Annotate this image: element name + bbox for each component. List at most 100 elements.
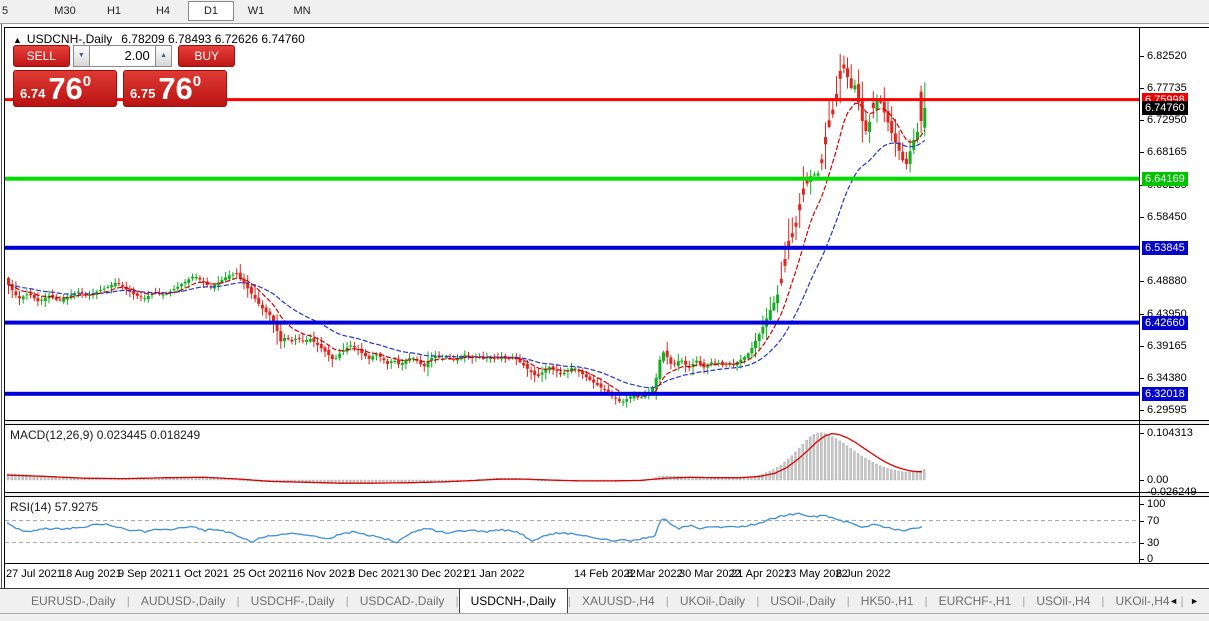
volume-increase-button[interactable]: ▲	[154, 45, 173, 67]
level-line-6.64169[interactable]	[5, 176, 1139, 181]
volume-input[interactable]: 2.00	[90, 45, 155, 67]
one-click-trading-panel: SELL ▼ 2.00 ▲ BUY 6.74 76 0 6.75 76 0	[13, 45, 235, 107]
sell-button[interactable]: SELL	[13, 45, 70, 67]
date-label: 6 Jun 2022	[836, 568, 891, 580]
sell-price-button[interactable]: 6.74 76 0	[13, 70, 117, 107]
level-line-6.53845[interactable]	[5, 245, 1139, 250]
chart-canvas[interactable]	[5, 28, 1139, 588]
tab-eurusd-daily[interactable]: EURUSD-,Daily	[20, 589, 127, 613]
timeframe-button-mn[interactable]: MN	[279, 2, 325, 20]
tab-usdcad-daily[interactable]: USDCAD-,Daily	[349, 589, 456, 613]
current-price-label: 6.74760	[1142, 101, 1188, 115]
date-label: 27 Jul 2021	[6, 568, 63, 580]
timeframe-button-m30[interactable]: M30	[42, 2, 88, 20]
buy-price-small: 6.75	[130, 86, 156, 101]
axis-tick	[1139, 480, 1144, 481]
date-label: 8 Dec 2021	[349, 568, 406, 580]
date-label: 9 Sep 2021	[118, 568, 175, 580]
macd-axis-label: 0.104313	[1147, 427, 1193, 439]
tab-usoil-daily[interactable]: USOil-,Daily	[759, 589, 846, 613]
chart-area: 6.825206.777356.729506.681656.632356.584…	[4, 27, 1209, 588]
axis-tick	[1139, 217, 1144, 218]
date-label: 21 Apr 2022	[731, 568, 791, 580]
axis-tick	[1139, 521, 1144, 522]
level-line-6.4266[interactable]	[5, 320, 1139, 325]
level-price-label: 6.53845	[1142, 241, 1188, 255]
price-tick-label: 6.68165	[1147, 146, 1187, 158]
buy-price-sup: 0	[192, 73, 202, 90]
date-label: 16 Nov 2021	[291, 568, 354, 580]
axis-tick	[1139, 433, 1144, 434]
sell-price-big: 76	[48, 71, 83, 106]
tab-audusd-daily[interactable]: AUDUSD-,Daily	[130, 589, 237, 613]
price-tick-label: 6.72950	[1147, 114, 1187, 126]
collapse-arrow-icon[interactable]: ▲	[13, 35, 22, 45]
axis-tick	[1139, 346, 1144, 347]
buy-price-button[interactable]: 6.75 76 0	[123, 70, 227, 107]
tab-ukoil-daily[interactable]: UKOil-,Daily	[669, 589, 756, 613]
chart-window: 6.825206.777356.729506.681656.632356.584…	[0, 24, 1209, 588]
date-label: 18 Aug 2021	[60, 568, 122, 580]
axis-tick	[1139, 543, 1144, 544]
tab-xauusd-h4[interactable]: XAUUSD-,H4	[571, 589, 666, 613]
axis-tick	[1139, 559, 1144, 560]
timeframe-button-h1[interactable]: H1	[92, 2, 136, 20]
tab-eurchf-h1[interactable]: EURCHF-,H1	[928, 589, 1023, 613]
chart-symbol-period: USDCNH-,Daily	[26, 32, 113, 46]
rsi-line	[6, 512, 923, 544]
price-tick-label: 6.58450	[1147, 211, 1187, 223]
timeframe-button-h4[interactable]: H4	[141, 2, 185, 20]
tab-usdchf-daily[interactable]: USDCHF-,Daily	[240, 589, 346, 613]
macd-name: MACD(12,26,9)	[10, 428, 94, 442]
buy-price-big: 76	[158, 71, 193, 106]
price-tick-label: 6.34380	[1147, 372, 1187, 384]
timeframe-toolbar: 5 M30 H1 H4 D1 W1 MN	[0, 0, 1209, 24]
tab-scroll-left-icon[interactable]: ◄	[1169, 596, 1178, 606]
chart-bottom-border	[5, 563, 1209, 564]
sell-price-small: 6.74	[20, 86, 46, 101]
date-label: 21 Jan 2022	[464, 568, 525, 580]
rsi-name: RSI(14)	[10, 500, 52, 514]
axis-tick	[1139, 56, 1144, 57]
sell-price-sup: 0	[82, 73, 92, 90]
axis-tick	[1139, 314, 1144, 315]
date-label: 1 Oct 2021	[175, 568, 229, 580]
date-label: 30 Dec 2021	[406, 568, 469, 580]
date-label: 8 Mar 2022	[627, 568, 683, 580]
rsi-value: 57.9275	[54, 500, 99, 514]
level-price-label: 6.32018	[1142, 387, 1188, 401]
timeframe-button-w1[interactable]: W1	[234, 2, 278, 20]
tab-usoil-h4[interactable]: USOil-,H4	[1025, 589, 1101, 613]
volume-decrease-button[interactable]: ▼	[72, 45, 91, 67]
tab-scroll-right-icon[interactable]: ►	[1190, 596, 1199, 606]
price-tick-label: 6.82520	[1147, 50, 1187, 62]
tab-usdcnh-daily[interactable]: USDCNH-,Daily	[458, 588, 568, 613]
chart-title: ▲ USDCNH-,Daily 6.78209 6.78493 6.72626 6.…	[13, 32, 305, 46]
axis-tick	[1139, 504, 1144, 505]
axis-tick	[1139, 281, 1144, 282]
tab-hk50-h1[interactable]: HK50-,H1	[850, 589, 925, 613]
pane-splitter-rsi[interactable]	[5, 492, 1209, 497]
level-price-label: 6.64169	[1142, 172, 1188, 186]
timeframe-button-5[interactable]: 5	[0, 2, 16, 20]
axis-tick	[1139, 88, 1144, 89]
level-line-6.32018[interactable]	[5, 391, 1139, 396]
macd-values: 0.023445 0.018249	[96, 428, 201, 442]
price-tick-label: 6.48880	[1147, 275, 1187, 287]
axis-tick	[1139, 410, 1144, 411]
rsi-indicator-label: RSI(14) 57.9275	[10, 500, 98, 514]
window-left-border	[1, 24, 2, 588]
axis-tick	[1139, 120, 1144, 121]
pane-splitter-macd[interactable]	[5, 420, 1209, 425]
timeframe-button-d1[interactable]: D1	[188, 1, 234, 21]
axis-tick	[1139, 152, 1144, 153]
symbol-tab-bar: EURUSD-,Daily | AUDUSD-,Daily | USDCHF-,Dail…	[0, 588, 1209, 613]
rsi-axis-label: 30	[1147, 537, 1160, 549]
chart-ohlc-values: 6.78209 6.78493 6.72626 6.74760	[121, 32, 305, 46]
axis-tick	[1139, 378, 1144, 379]
rsi-axis-label: 100	[1147, 498, 1166, 510]
price-axis-line	[1139, 28, 1140, 563]
buy-button[interactable]: BUY	[178, 45, 235, 67]
rsi-axis-label: 70	[1147, 515, 1160, 527]
rsi-pane	[5, 512, 1139, 544]
